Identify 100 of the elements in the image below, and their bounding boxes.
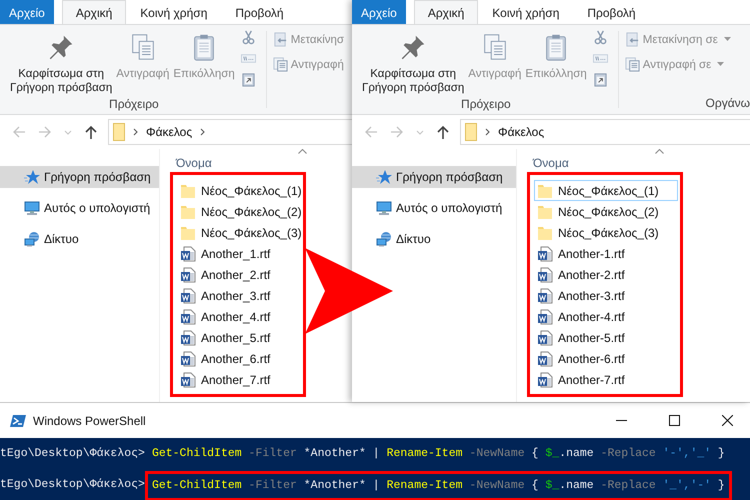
- forward-icon[interactable]: [390, 125, 404, 139]
- file-item[interactable]: Another_1.rtf: [177, 243, 301, 264]
- ribbon-tab[interactable]: Αρχείο: [352, 0, 406, 24]
- file-item[interactable]: Another-5.rtf: [534, 327, 678, 348]
- ribbon-tab[interactable]: Κοινή χρήση: [126, 0, 222, 24]
- caret-icon: [717, 62, 724, 67]
- file-item[interactable]: Another-3.rtf: [534, 285, 678, 306]
- scissors-icon[interactable]: [592, 30, 608, 45]
- document-icon: [180, 246, 196, 262]
- file-item[interactable]: Νέος_Φάκελος_(1): [177, 180, 301, 201]
- network-icon: [24, 231, 40, 247]
- file-item[interactable]: Another-7.rtf: [534, 369, 678, 390]
- nav-item[interactable]: Γρήγορη πρόσβαση: [352, 166, 516, 188]
- paste-shortcut-icon[interactable]: [592, 72, 608, 87]
- ribbon-button[interactable]: Καρφίτσωμα στη Γρήγορη πρόσβαση: [360, 28, 466, 97]
- document-icon: [537, 372, 553, 388]
- document-icon: [180, 350, 196, 366]
- ribbon-tab[interactable]: Αρχείο: [0, 0, 54, 24]
- sort-caret-icon: [655, 149, 664, 154]
- file-item[interactable]: Another-1.rtf: [534, 243, 678, 264]
- file-item[interactable]: Νέος_Φάκελος_(1): [534, 180, 678, 201]
- document-icon: [180, 330, 196, 346]
- address-bar[interactable]: Φάκελος: [108, 119, 352, 145]
- file-item[interactable]: Νέος_Φάκελος_(2): [177, 201, 301, 222]
- move-icon: [624, 32, 640, 47]
- copy-icon: [624, 57, 640, 72]
- file-item[interactable]: Νέος_Φάκελος_(3): [534, 222, 678, 243]
- star-icon: [24, 169, 40, 185]
- folder-icon: [180, 224, 196, 240]
- nav-item[interactable]: Δίκτυο: [352, 228, 516, 250]
- ribbon-tab[interactable]: Προβολή: [573, 0, 650, 24]
- folder-icon: [180, 182, 196, 198]
- up-icon[interactable]: [436, 125, 450, 139]
- powershell-icon: [10, 414, 26, 428]
- group-label: Οργάνω: [706, 96, 750, 112]
- group-label: Πρόχειρο: [109, 97, 159, 113]
- file-item[interactable]: Another_7.rtf: [177, 369, 301, 390]
- ribbon-button[interactable]: Καρφίτσωμα στη Γρήγορη πρόσβαση: [8, 28, 114, 97]
- nav-item[interactable]: Αυτός ο υπολογιστή: [0, 197, 159, 219]
- ribbon-tab[interactable]: Αρχική: [62, 0, 126, 24]
- file-item[interactable]: Νέος_Φάκελος_(3): [177, 222, 301, 243]
- back-icon[interactable]: [12, 125, 26, 139]
- maximize-icon[interactable]: [668, 415, 680, 426]
- document-icon: [537, 350, 553, 366]
- document-icon: [537, 330, 553, 346]
- file-item[interactable]: Another-6.rtf: [534, 348, 678, 369]
- file-item[interactable]: Another_3.rtf: [177, 285, 301, 306]
- document-icon: [180, 372, 196, 388]
- prompt: tEgo\Desktop\Φάκελος>: [0, 446, 145, 462]
- chevron-icon: [133, 128, 138, 136]
- folder-icon: [537, 182, 553, 198]
- ribbon-tab[interactable]: Κοινή χρήση: [478, 0, 574, 24]
- file-item[interactable]: Νέος_Φάκελος_(2): [534, 201, 678, 222]
- copy-icon: [272, 57, 288, 72]
- folder-icon: [180, 204, 196, 220]
- folder-icon: [537, 204, 553, 220]
- column-header[interactable]: Όνομα: [527, 154, 569, 172]
- document-icon: [537, 266, 553, 282]
- folder-icon: [537, 224, 553, 240]
- document-icon: [180, 266, 196, 282]
- prompt: tEgo\Desktop\Φάκελος>: [0, 477, 145, 493]
- file-item[interactable]: Another_2.rtf: [177, 264, 301, 285]
- folder-icon: [465, 123, 477, 141]
- document-icon: [180, 288, 196, 304]
- nav-item[interactable]: Γρήγορη πρόσβαση: [0, 166, 159, 188]
- nav-item[interactable]: Αυτός ο υπολογιστή: [352, 197, 516, 219]
- document-icon: [537, 246, 553, 262]
- file-item[interactable]: Another_6.rtf: [177, 348, 301, 369]
- window-title: Windows PowerShell: [33, 414, 147, 428]
- network-icon: [376, 231, 392, 247]
- command-line: Get-ChildItem -Filter *Another* | Rename-Item -NewName { $_.name -Replace '-','_' }: [150, 446, 726, 462]
- move-icon: [272, 32, 288, 47]
- document-icon: [537, 308, 553, 324]
- address-bar[interactable]: Φάκελος: [460, 119, 750, 145]
- computer-icon: [376, 200, 392, 216]
- computer-icon: [24, 200, 40, 216]
- file-item[interactable]: Another-2.rtf: [534, 264, 678, 285]
- chevron-icon: [485, 128, 490, 136]
- document-icon: [537, 288, 553, 304]
- ribbon-tab[interactable]: Αρχική: [414, 0, 478, 24]
- sort-caret-icon: [298, 149, 307, 154]
- paste-shortcut-icon[interactable]: [240, 72, 256, 87]
- path-segment[interactable]: Φάκελος: [146, 125, 192, 139]
- file-item[interactable]: Another-4.rtf: [534, 306, 678, 327]
- file-item[interactable]: Another_4.rtf: [177, 306, 301, 327]
- back-icon[interactable]: [364, 125, 378, 139]
- chevron-icon[interactable]: [200, 128, 206, 136]
- star-icon: [376, 169, 392, 185]
- path-segment[interactable]: Φάκελος: [498, 125, 544, 139]
- close-icon[interactable]: [722, 415, 732, 426]
- file-item[interactable]: Another_5.rtf: [177, 327, 301, 348]
- document-icon: [180, 308, 196, 324]
- up-icon[interactable]: [84, 125, 98, 139]
- nav-item[interactable]: Δίκτυο: [0, 228, 159, 250]
- column-header[interactable]: Όνομα: [170, 154, 212, 172]
- ribbon-tab[interactable]: Προβολή: [221, 0, 298, 24]
- group-label: Πρόχειρο: [461, 97, 511, 113]
- forward-icon[interactable]: [38, 125, 52, 139]
- scissors-icon[interactable]: [240, 30, 256, 45]
- folder-icon: [113, 123, 125, 141]
